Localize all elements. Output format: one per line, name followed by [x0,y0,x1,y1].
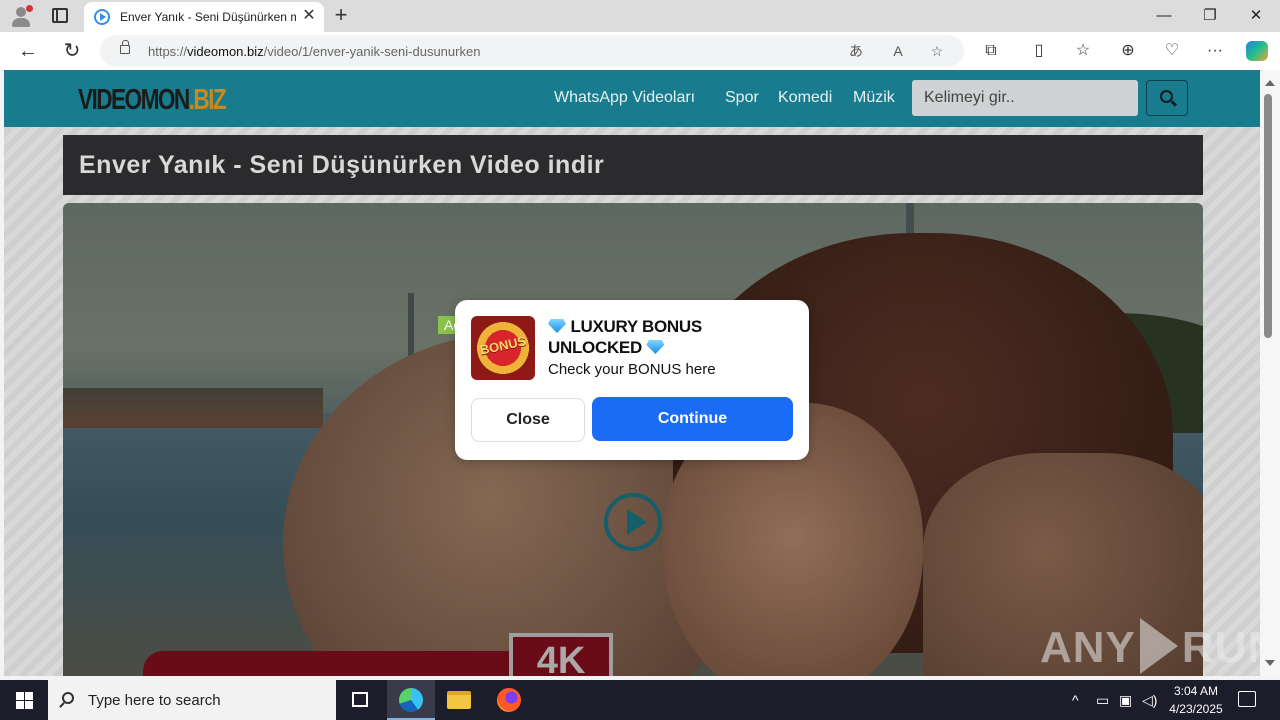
nav-link-muzik[interactable]: Müzik [853,89,895,107]
url-text[interactable]: https://videomon.biz/video/1/enver-yanik… [148,44,480,59]
search-icon [62,692,74,704]
ad-headline: LUXURY BONUS UNLOCKED [548,317,702,357]
taskbar-search-placeholder: Type here to search [88,692,221,709]
minimize-button[interactable]: — [1141,0,1187,32]
file-explorer-icon [447,691,471,709]
refresh-button[interactable]: ↻ [59,39,85,63]
new-tab-button[interactable]: + [330,4,352,26]
diamond-icon [548,319,566,333]
browser-tab-strip: Enver Yanık - Seni Düşünürken m ✕ + — ❐ … [0,0,1280,32]
video-favicon-icon [94,9,110,25]
clock-date[interactable]: 4/23/2025 [1164,702,1228,716]
play-icon[interactable] [604,493,662,551]
tab-title: Enver Yanık - Seni Düşünürken m [120,10,296,24]
clock-time[interactable]: 3:04 AM [1166,684,1226,698]
browser-essentials-icon[interactable]: ♡ [1161,41,1183,61]
scroll-thumb[interactable] [1264,94,1272,338]
windows-taskbar: Type here to search ^ ▭ ▣ ◁) 3:04 AM 4/2… [0,680,1280,720]
close-window-button[interactable]: ✕ [1233,0,1279,32]
taskbar-firefox-button[interactable] [485,680,533,720]
anyrun-watermark: ANYRUN [1040,618,1260,674]
ad-continue-button[interactable]: Continue [592,397,793,441]
edge-icon [399,688,423,712]
more-icon[interactable]: ··· [1204,41,1226,61]
split-screen-icon[interactable]: ▯ [1028,41,1050,61]
browser-toolbar: ← ↻ https://videomon.biz/video/1/enver-y… [0,32,1280,70]
task-view-button[interactable] [337,680,385,720]
windows-start-icon[interactable] [16,692,33,709]
tab-close-icon[interactable]: ✕ [300,7,318,25]
copilot-icon[interactable] [1246,41,1268,61]
diamond-icon [646,340,665,354]
page-title: Enver Yanık - Seni Düşünürken Video indi… [79,151,605,179]
page-scrollbar[interactable] [1260,70,1280,676]
site-search-input[interactable] [912,80,1138,116]
tab-actions-icon[interactable] [52,8,68,23]
ad-subtext: Check your BONUS here [548,361,716,378]
site-header: VIDEOMON.BIZ WhatsApp Videoları Spor Kom… [4,70,1260,127]
favorites-icon[interactable]: ☆ [1072,41,1094,61]
site-search-button[interactable] [1146,80,1188,116]
tray-chevron-icon[interactable]: ^ [1072,692,1079,708]
task-view-icon [352,692,368,707]
nav-link-spor[interactable]: Spor [725,89,759,107]
collections-icon[interactable]: ⊕ [1117,41,1139,61]
taskbar-search-box[interactable]: Type here to search [48,680,336,720]
taskbar-edge-button[interactable] [387,680,435,720]
network-icon[interactable]: ▣ [1119,692,1132,708]
browser-tab-active[interactable]: Enver Yanık - Seni Düşünürken m ✕ [84,2,324,32]
nav-link-whatsapp[interactable]: WhatsApp Videoları [554,89,695,107]
scroll-up-icon[interactable] [1265,80,1275,86]
extensions-icon[interactable]: ⧉ [980,41,1002,61]
address-bar[interactable]: https://videomon.biz/video/1/enver-yanik… [100,35,964,67]
scroll-down-icon[interactable] [1265,660,1275,666]
profile-icon[interactable] [10,5,34,27]
battery-icon[interactable]: ▭ [1096,692,1109,708]
firefox-icon [497,688,521,712]
volume-icon[interactable]: ◁) [1142,692,1157,708]
page-title-bar: Enver Yanık - Seni Düşünürken Video indi… [63,135,1203,195]
taskbar-explorer-button[interactable] [435,680,483,720]
site-logo[interactable]: VIDEOMON.BIZ [78,84,227,117]
nav-link-komedi[interactable]: Komedi [778,89,832,107]
ad-close-button[interactable]: Close [471,398,585,442]
translate-icon[interactable]: あ [846,42,866,60]
back-button[interactable]: ← [15,39,41,63]
notifications-icon[interactable] [1238,691,1256,707]
bonus-logo: BONUS [471,316,535,380]
read-aloud-icon[interactable]: A [888,42,908,60]
search-icon [1160,90,1173,103]
restore-button[interactable]: ❐ [1187,0,1233,32]
lock-icon[interactable] [120,40,130,54]
favorite-star-icon[interactable]: ☆ [927,42,947,60]
ad-popup: BONUS LUXURY BONUS UNLOCKED Check your B… [455,300,809,460]
